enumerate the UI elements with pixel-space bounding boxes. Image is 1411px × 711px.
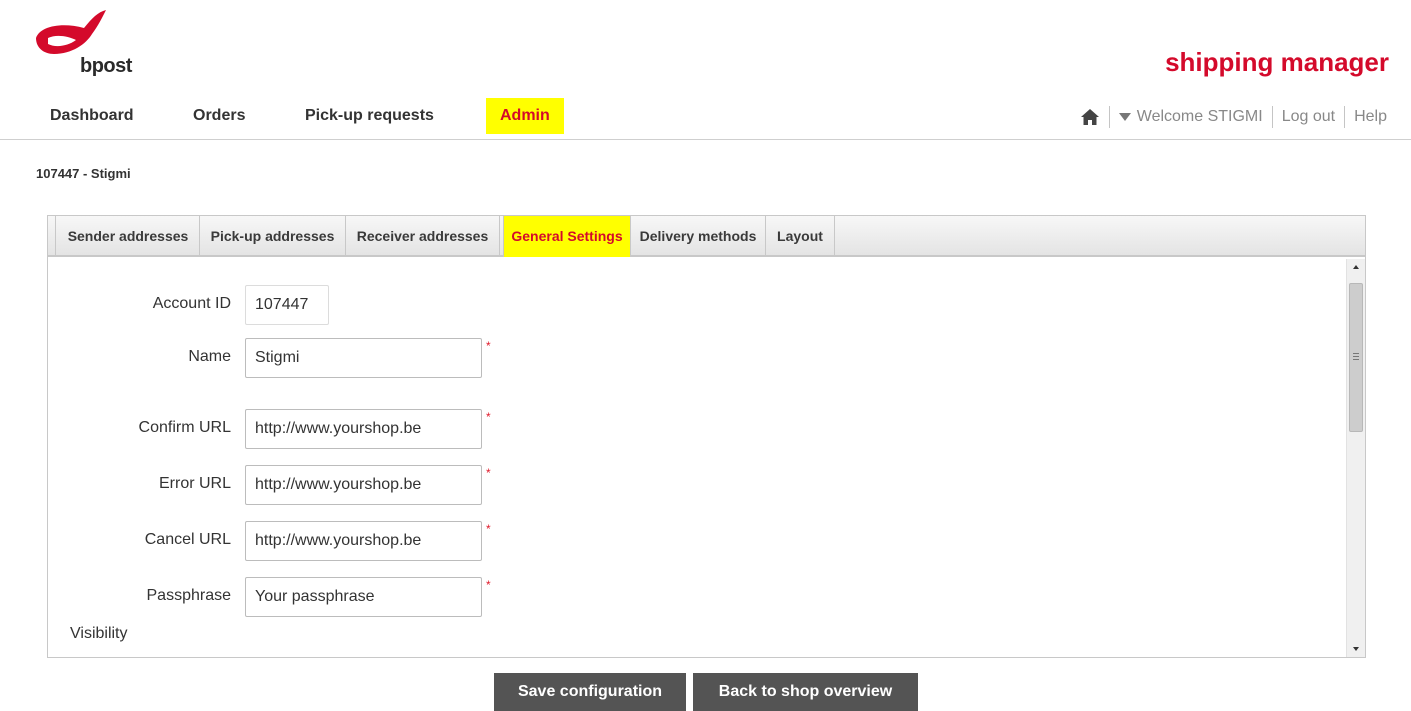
- scroll-down-icon[interactable]: [1353, 647, 1359, 651]
- error-url-label: Error URL: [158, 475, 231, 492]
- settings-tabs: Sender addresses Pick-up addresses Recei…: [48, 216, 1365, 257]
- logout-link[interactable]: Log out: [1282, 108, 1335, 126]
- scroll-up-icon[interactable]: [1353, 265, 1359, 269]
- visibility-label: Visibility: [70, 625, 128, 642]
- logo-text: bpost: [80, 55, 132, 77]
- tab-delivery-methods[interactable]: Delivery methods: [631, 216, 766, 257]
- save-configuration-button[interactable]: Save configuration: [494, 673, 686, 711]
- required-marker: *: [486, 522, 491, 536]
- tab-receiver-addresses[interactable]: Receiver addresses: [346, 216, 500, 257]
- general-settings-form: Account ID 107447 Name Stigmi * Confirm …: [48, 259, 1346, 657]
- cancel-url-input[interactable]: http://www.yourshop.be: [245, 521, 482, 561]
- nav-separator: [1108, 106, 1110, 128]
- nav-dashboard[interactable]: Dashboard: [50, 98, 134, 134]
- name-input[interactable]: Stigmi: [245, 338, 482, 378]
- scrollbar-thumb[interactable]: [1349, 283, 1363, 432]
- tab-spacer: [48, 216, 56, 257]
- bpost-logo[interactable]: bpost: [32, 8, 152, 78]
- chevron-down-icon[interactable]: [1118, 113, 1131, 121]
- user-menu: Welcome STIGMI Log out Help: [1080, 105, 1387, 129]
- tab-pickup-addresses[interactable]: Pick-up addresses: [200, 216, 346, 257]
- account-heading: 107447 - Stigmi: [36, 166, 131, 181]
- account-id-label: Account ID: [152, 295, 231, 312]
- grip-line: [1353, 359, 1359, 360]
- nav-separator: [1271, 106, 1273, 128]
- home-icon[interactable]: [1080, 108, 1100, 126]
- settings-panel: Sender addresses Pick-up addresses Recei…: [47, 215, 1366, 658]
- error-url-input[interactable]: http://www.yourshop.be: [245, 465, 482, 505]
- nav-separator: [1344, 106, 1346, 128]
- account-id-field: 107447: [245, 285, 329, 325]
- welcome-user[interactable]: Welcome STIGMI: [1137, 108, 1263, 126]
- grip-line: [1353, 356, 1359, 357]
- tab-general-settings[interactable]: General Settings: [503, 216, 631, 257]
- required-marker: *: [486, 466, 491, 480]
- help-link[interactable]: Help: [1354, 108, 1387, 126]
- tab-sender-addresses[interactable]: Sender addresses: [57, 216, 200, 257]
- passphrase-input[interactable]: Your passphrase: [245, 577, 482, 617]
- name-label: Name: [188, 348, 231, 365]
- confirm-url-label: Confirm URL: [138, 419, 231, 436]
- tab-layout[interactable]: Layout: [766, 216, 835, 257]
- bpost-logo-mark: [36, 10, 106, 54]
- form-scrollbar[interactable]: [1346, 259, 1365, 657]
- required-marker: *: [486, 339, 491, 353]
- main-nav: Dashboard Orders Pick-up requests Admin …: [0, 96, 1411, 140]
- required-marker: *: [486, 410, 491, 424]
- nav-pickup-requests[interactable]: Pick-up requests: [305, 98, 434, 134]
- app-title: shipping manager: [1165, 47, 1389, 77]
- passphrase-label: Passphrase: [146, 587, 232, 604]
- back-to-shop-overview-button[interactable]: Back to shop overview: [693, 673, 918, 711]
- nav-orders[interactable]: Orders: [193, 98, 245, 134]
- required-marker: *: [486, 578, 491, 592]
- nav-admin[interactable]: Admin: [486, 98, 564, 134]
- cancel-url-label: Cancel URL: [144, 531, 231, 548]
- grip-line: [1353, 353, 1359, 354]
- confirm-url-input[interactable]: http://www.yourshop.be: [245, 409, 482, 449]
